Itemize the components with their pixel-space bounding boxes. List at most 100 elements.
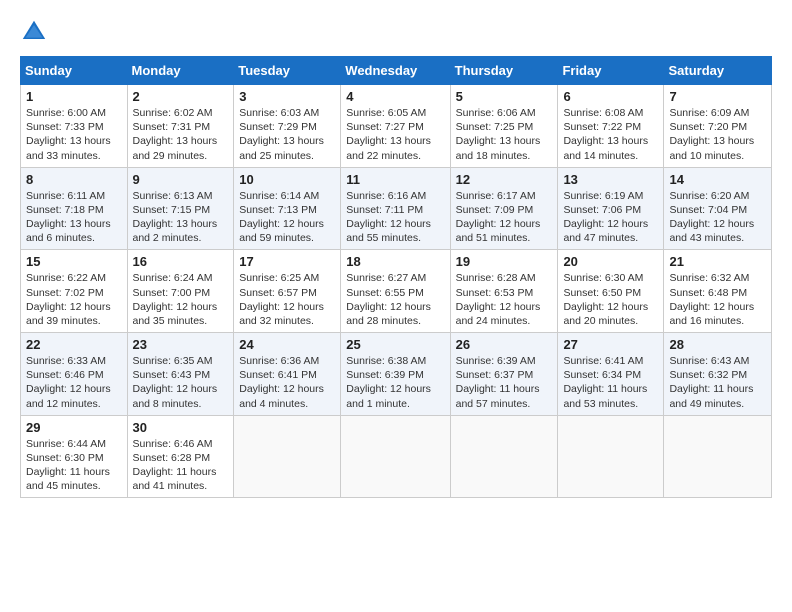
day-info: Sunrise: 6:08 AMSunset: 7:22 PMDaylight:… — [563, 106, 658, 163]
day-info: Sunrise: 6:41 AMSunset: 6:34 PMDaylight:… — [563, 354, 658, 411]
col-header-thursday: Thursday — [450, 57, 558, 85]
week-row-5: 29Sunrise: 6:44 AMSunset: 6:30 PMDayligh… — [21, 415, 772, 498]
day-info: Sunrise: 6:05 AMSunset: 7:27 PMDaylight:… — [346, 106, 444, 163]
day-number: 24 — [239, 337, 335, 352]
day-number: 30 — [133, 420, 229, 435]
day-cell: 21 Sunrise: 6:32 AMSunset: 6:48 PMDayligh… — [664, 250, 772, 333]
day-number: 20 — [563, 254, 658, 269]
day-cell: 6Sunrise: 6:08 AMSunset: 7:22 PMDaylight… — [558, 85, 664, 168]
calendar-header: SundayMondayTuesdayWednesdayThursdayFrid… — [21, 57, 772, 85]
day-cell: 13 Sunrise: 6:19 AMSunset: 7:06 PMDayligh… — [558, 167, 664, 250]
day-number: 25 — [346, 337, 444, 352]
day-info: Sunrise: 6:28 AMSunset: 6:53 PMDaylight:… — [456, 271, 553, 328]
calendar-body: 1Sunrise: 6:00 AMSunset: 7:33 PMDaylight… — [21, 85, 772, 498]
day-info: Sunrise: 6:39 AMSunset: 6:37 PMDaylight:… — [456, 354, 553, 411]
day-cell — [341, 415, 450, 498]
day-info: Sunrise: 6:25 AMSunset: 6:57 PMDaylight:… — [239, 271, 335, 328]
day-info: Sunrise: 6:17 AMSunset: 7:09 PMDaylight:… — [456, 189, 553, 246]
day-number: 22 — [26, 337, 122, 352]
day-number: 16 — [133, 254, 229, 269]
week-row-1: 1Sunrise: 6:00 AMSunset: 7:33 PMDaylight… — [21, 85, 772, 168]
day-cell — [234, 415, 341, 498]
day-info: Sunrise: 6:16 AMSunset: 7:11 PMDaylight:… — [346, 189, 444, 246]
day-info: Sunrise: 6:09 AMSunset: 7:20 PMDaylight:… — [669, 106, 766, 163]
day-cell: 12 Sunrise: 6:17 AMSunset: 7:09 PMDayligh… — [450, 167, 558, 250]
day-cell: 27 Sunrise: 6:41 AMSunset: 6:34 PMDayligh… — [558, 333, 664, 416]
col-header-tuesday: Tuesday — [234, 57, 341, 85]
day-info: Sunrise: 6:20 AMSunset: 7:04 PMDaylight:… — [669, 189, 766, 246]
day-cell: 4 Sunrise: 6:05 AMSunset: 7:27 PMDaylight… — [341, 85, 450, 168]
day-cell: 2Sunrise: 6:02 AMSunset: 7:31 PMDaylight… — [127, 85, 234, 168]
day-number: 5 — [456, 89, 553, 104]
day-info: Sunrise: 6:32 AMSunset: 6:48 PMDaylight:… — [669, 271, 766, 328]
day-info: Sunrise: 6:06 AMSunset: 7:25 PMDaylight:… — [456, 106, 553, 163]
day-number: 8 — [26, 172, 122, 187]
day-cell: 20 Sunrise: 6:30 AMSunset: 6:50 PMDayligh… — [558, 250, 664, 333]
day-cell: 7Sunrise: 6:09 AMSunset: 7:20 PMDaylight… — [664, 85, 772, 168]
day-info: Sunrise: 6:38 AMSunset: 6:39 PMDaylight:… — [346, 354, 444, 411]
day-info: Sunrise: 6:11 AMSunset: 7:18 PMDaylight:… — [26, 189, 122, 246]
page: SundayMondayTuesdayWednesdayThursdayFrid… — [0, 0, 792, 612]
day-number: 29 — [26, 420, 122, 435]
day-number: 19 — [456, 254, 553, 269]
day-number: 12 — [456, 172, 553, 187]
day-info: Sunrise: 6:30 AMSunset: 6:50 PMDaylight:… — [563, 271, 658, 328]
day-cell — [450, 415, 558, 498]
day-info: Sunrise: 6:36 AMSunset: 6:41 PMDaylight:… — [239, 354, 335, 411]
day-info: Sunrise: 6:22 AMSunset: 7:02 PMDaylight:… — [26, 271, 122, 328]
day-cell: 11 Sunrise: 6:16 AMSunset: 7:11 PMDayligh… — [341, 167, 450, 250]
day-number: 23 — [133, 337, 229, 352]
day-number: 10 — [239, 172, 335, 187]
day-cell: 25 Sunrise: 6:38 AMSunset: 6:39 PMDayligh… — [341, 333, 450, 416]
day-number: 21 — [669, 254, 766, 269]
day-info: Sunrise: 6:14 AMSunset: 7:13 PMDaylight:… — [239, 189, 335, 246]
day-number: 4 — [346, 89, 444, 104]
day-info: Sunrise: 6:03 AMSunset: 7:29 PMDaylight:… — [239, 106, 335, 163]
day-cell — [558, 415, 664, 498]
day-cell: 10 Sunrise: 6:14 AMSunset: 7:13 PMDayligh… — [234, 167, 341, 250]
day-number: 2 — [133, 89, 229, 104]
day-cell: 29Sunrise: 6:44 AMSunset: 6:30 PMDayligh… — [21, 415, 128, 498]
day-info: Sunrise: 6:19 AMSunset: 7:06 PMDaylight:… — [563, 189, 658, 246]
col-header-friday: Friday — [558, 57, 664, 85]
day-number: 17 — [239, 254, 335, 269]
day-info: Sunrise: 6:43 AMSunset: 6:32 PMDaylight:… — [669, 354, 766, 411]
col-header-sunday: Sunday — [21, 57, 128, 85]
day-info: Sunrise: 6:33 AMSunset: 6:46 PMDaylight:… — [26, 354, 122, 411]
day-cell: 26Sunrise: 6:39 AMSunset: 6:37 PMDayligh… — [450, 333, 558, 416]
day-cell: 8 Sunrise: 6:11 AMSunset: 7:18 PMDaylight… — [21, 167, 128, 250]
day-cell — [664, 415, 772, 498]
logo — [20, 18, 52, 46]
day-cell: 5 Sunrise: 6:06 AMSunset: 7:25 PMDaylight… — [450, 85, 558, 168]
day-cell: 30Sunrise: 6:46 AMSunset: 6:28 PMDayligh… — [127, 415, 234, 498]
header-row: SundayMondayTuesdayWednesdayThursdayFrid… — [21, 57, 772, 85]
day-cell: 28 Sunrise: 6:43 AMSunset: 6:32 PMDayligh… — [664, 333, 772, 416]
day-cell: 17 Sunrise: 6:25 AMSunset: 6:57 PMDayligh… — [234, 250, 341, 333]
day-number: 15 — [26, 254, 122, 269]
day-number: 11 — [346, 172, 444, 187]
day-number: 28 — [669, 337, 766, 352]
logo-icon — [20, 18, 48, 46]
calendar-table: SundayMondayTuesdayWednesdayThursdayFrid… — [20, 56, 772, 498]
day-cell: 9Sunrise: 6:13 AMSunset: 7:15 PMDaylight… — [127, 167, 234, 250]
day-info: Sunrise: 6:24 AMSunset: 7:00 PMDaylight:… — [133, 271, 229, 328]
day-cell: 24 Sunrise: 6:36 AMSunset: 6:41 PMDayligh… — [234, 333, 341, 416]
day-number: 3 — [239, 89, 335, 104]
week-row-3: 15 Sunrise: 6:22 AMSunset: 7:02 PMDayligh… — [21, 250, 772, 333]
week-row-2: 8 Sunrise: 6:11 AMSunset: 7:18 PMDaylight… — [21, 167, 772, 250]
day-info: Sunrise: 6:27 AMSunset: 6:55 PMDaylight:… — [346, 271, 444, 328]
day-cell: 22 Sunrise: 6:33 AMSunset: 6:46 PMDayligh… — [21, 333, 128, 416]
day-cell: 23Sunrise: 6:35 AMSunset: 6:43 PMDayligh… — [127, 333, 234, 416]
col-header-wednesday: Wednesday — [341, 57, 450, 85]
header — [20, 18, 772, 46]
day-number: 14 — [669, 172, 766, 187]
day-cell: 14 Sunrise: 6:20 AMSunset: 7:04 PMDayligh… — [664, 167, 772, 250]
day-cell: 19 Sunrise: 6:28 AMSunset: 6:53 PMDayligh… — [450, 250, 558, 333]
day-cell: 1Sunrise: 6:00 AMSunset: 7:33 PMDaylight… — [21, 85, 128, 168]
day-info: Sunrise: 6:00 AMSunset: 7:33 PMDaylight:… — [26, 106, 122, 163]
col-header-monday: Monday — [127, 57, 234, 85]
day-number: 27 — [563, 337, 658, 352]
col-header-saturday: Saturday — [664, 57, 772, 85]
day-cell: 3 Sunrise: 6:03 AMSunset: 7:29 PMDaylight… — [234, 85, 341, 168]
day-number: 13 — [563, 172, 658, 187]
